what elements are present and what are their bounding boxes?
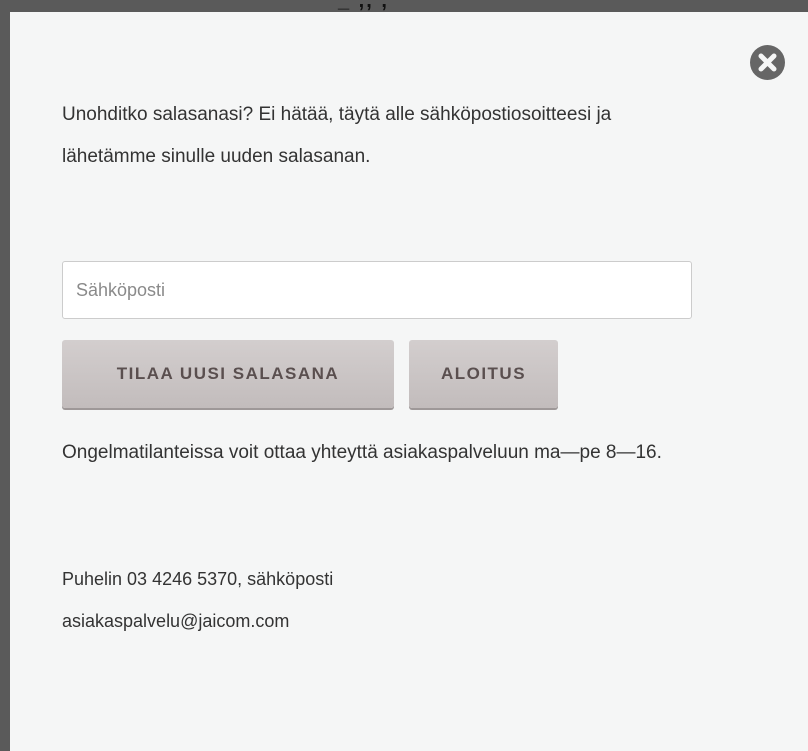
close-button[interactable]: [750, 45, 785, 80]
contact-info: Puhelin 03 4246 5370, sähköposti asiakas…: [62, 558, 762, 642]
intro-text: Unohditko salasanasi? Ei hätää, täytä al…: [62, 104, 612, 167]
contact-phone-text: Puhelin 03 4246 5370, sähköposti: [62, 569, 334, 589]
close-icon: [758, 53, 777, 72]
contact-email-link[interactable]: asiakaspalvelu@jaicom.com: [62, 611, 289, 631]
partial-heading-fragment: _ ,, ,: [338, 0, 389, 12]
order-new-password-button[interactable]: TILAA UUSI SALASANA: [62, 340, 394, 408]
email-field[interactable]: [62, 261, 692, 319]
background-overlay: _ ,, ,: [0, 0, 808, 12]
start-button[interactable]: ALOITUS: [409, 340, 558, 408]
forgot-password-modal: Unohditko salasanasi? Ei hätää, täytä al…: [10, 12, 808, 751]
help-text: Ongelmatilanteissa voit ottaa yhteyttä a…: [62, 442, 662, 463]
